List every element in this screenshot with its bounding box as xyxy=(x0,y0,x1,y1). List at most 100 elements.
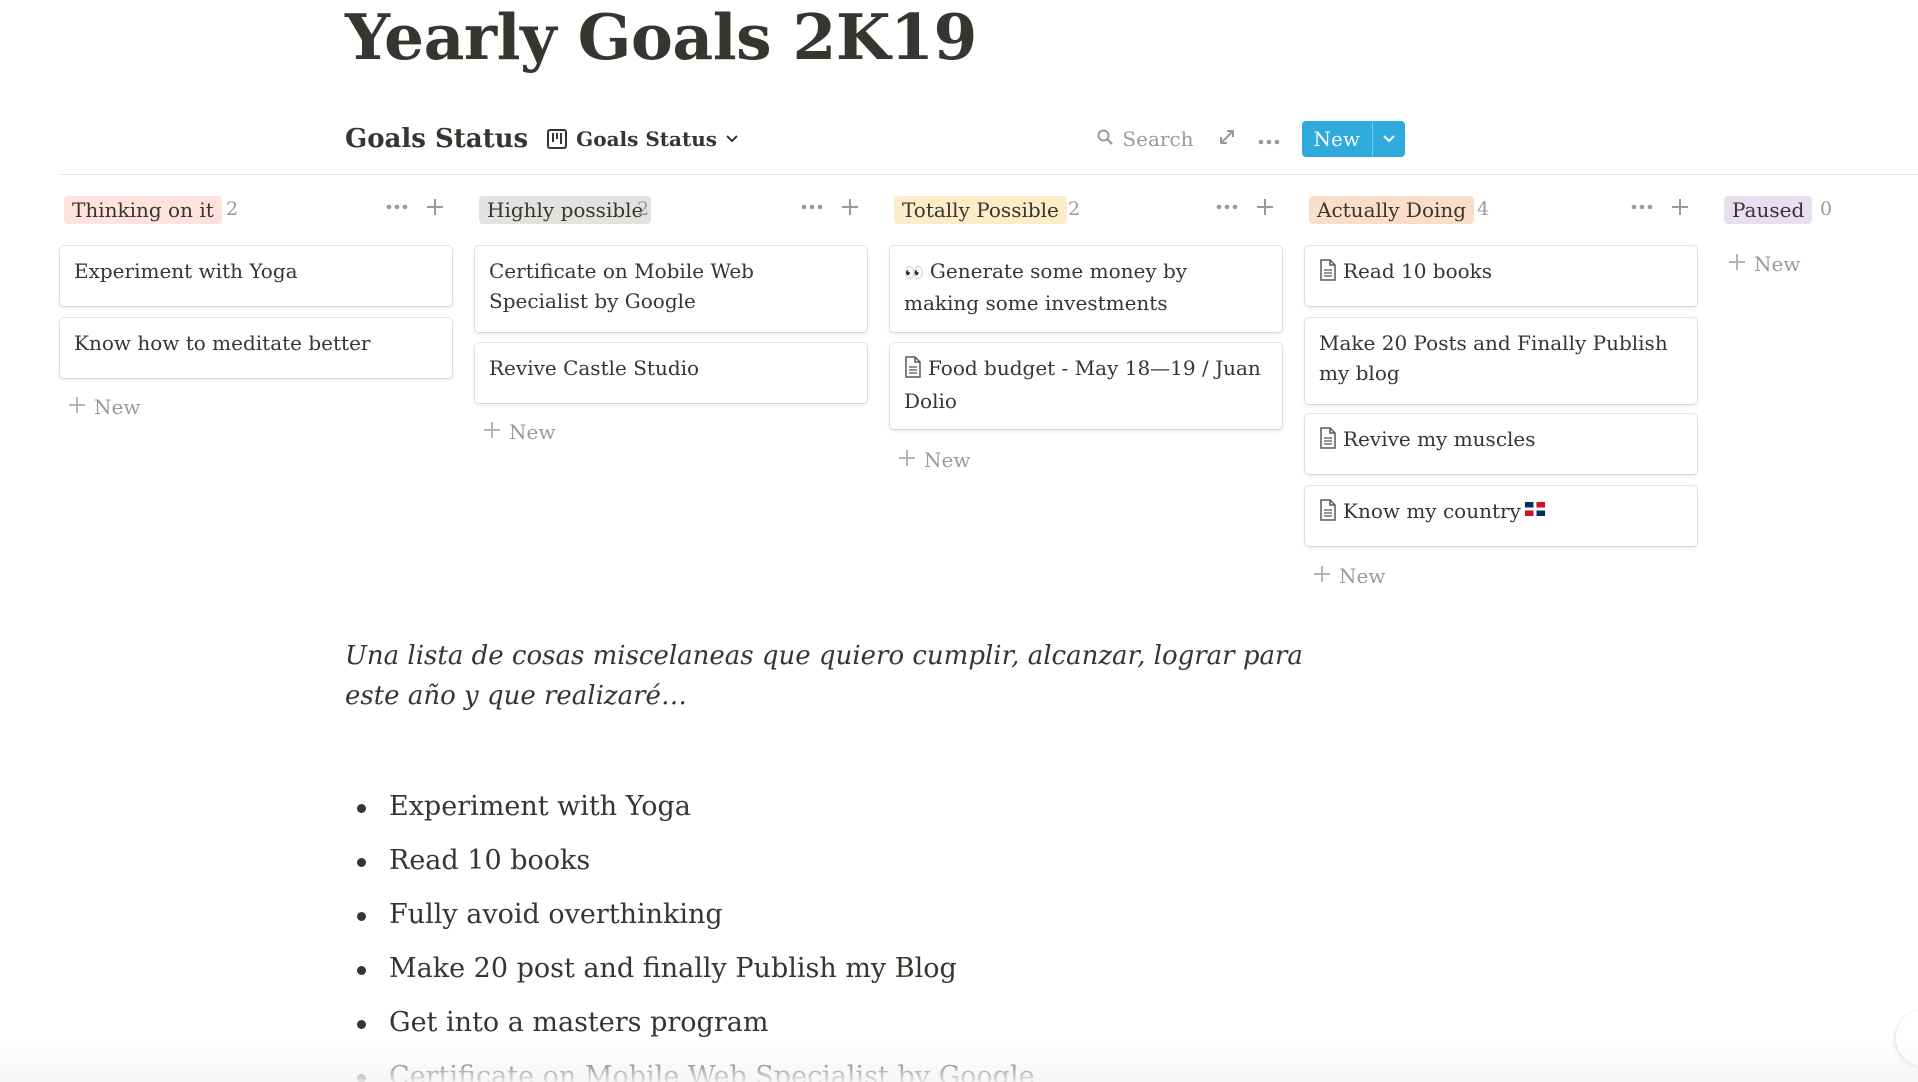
card-title: Read 10 books xyxy=(1343,259,1493,283)
column-status-tag[interactable]: Highly possible xyxy=(479,196,652,224)
column-count: 2 xyxy=(637,198,650,220)
add-new-card-button[interactable]: New xyxy=(1313,564,1385,588)
bullet-icon xyxy=(357,1020,366,1029)
new-button-label[interactable]: New xyxy=(1302,121,1372,157)
card-title: Generate some money by making some inves… xyxy=(904,259,1188,315)
board-card[interactable]: Read 10 books xyxy=(1305,246,1697,306)
search-label: Search xyxy=(1122,127,1194,151)
board-icon xyxy=(546,128,568,150)
card-title: Know my country xyxy=(1343,499,1521,523)
column-count: 2 xyxy=(1068,198,1081,220)
board-column: Highly possible 2 Certificate on Mobile We… xyxy=(475,190,867,610)
database-title[interactable]: Goals Status xyxy=(345,124,528,154)
column-status-tag[interactable]: Actually Doing xyxy=(1309,196,1475,224)
board-card[interactable]: Experiment with Yoga xyxy=(60,246,452,306)
header-divider xyxy=(60,174,1918,175)
column-add-icon[interactable] xyxy=(1256,198,1274,216)
list-item-text: Make 20 post and finally Publish my Blog xyxy=(389,953,957,984)
card-title: Know how to meditate better xyxy=(74,331,371,355)
plus-icon xyxy=(1728,252,1746,276)
column-actions xyxy=(1216,198,1274,216)
board-column: Paused 0 New xyxy=(1720,190,1918,610)
card-title: Certificate on Mobile Web Specialist by … xyxy=(489,259,754,313)
column-more-icon[interactable] xyxy=(386,204,408,210)
column-more-icon[interactable] xyxy=(801,204,823,210)
board-card[interactable]: Make 20 Posts and Finally Publish my blo… xyxy=(1305,318,1697,404)
view-switcher-label: Goals Status xyxy=(576,127,718,151)
add-new-card-button[interactable]: New xyxy=(898,448,970,472)
add-new-label: New xyxy=(924,448,971,472)
card-title: Make 20 Posts and Finally Publish my blo… xyxy=(1319,331,1668,385)
column-status-tag[interactable]: Totally Possible xyxy=(894,196,1067,224)
column-header: Actually Doing 4 xyxy=(1305,190,1697,230)
add-new-label: New xyxy=(509,420,556,444)
kanban-board: Thinking on it 2 Experiment with Yoga Know … xyxy=(0,190,1918,610)
page-icon xyxy=(904,356,922,386)
column-status-tag[interactable]: Paused xyxy=(1724,196,1813,224)
bullet-icon xyxy=(357,858,366,867)
board-card[interactable]: Certificate on Mobile Web Specialist by … xyxy=(475,246,867,332)
add-new-card-button[interactable]: New xyxy=(483,420,555,444)
column-count: 0 xyxy=(1820,198,1833,220)
page-icon xyxy=(1319,427,1337,457)
board-card[interactable]: Know how to meditate better xyxy=(60,318,452,378)
add-new-label: New xyxy=(1339,564,1386,588)
column-actions xyxy=(801,198,859,216)
column-actions xyxy=(1631,198,1689,216)
column-header: Totally Possible 2 xyxy=(890,190,1282,230)
board-column: Actually Doing 4 Read 10 books Make 20 Post… xyxy=(1305,190,1697,610)
help-button[interactable] xyxy=(1896,1010,1918,1066)
column-header: Paused 0 xyxy=(1720,190,1918,230)
plus-icon xyxy=(1313,564,1331,588)
view-switcher[interactable]: Goals Status xyxy=(546,127,739,151)
list-item: Experiment with Yoga xyxy=(345,780,1445,834)
board-column: Totally Possible 2 👀 Generate some money by… xyxy=(890,190,1282,610)
plus-icon xyxy=(68,395,86,419)
add-new-label: New xyxy=(1754,252,1801,276)
notion-page: Yearly Goals 2K19 Goals Status Goals Sta… xyxy=(0,0,1918,1082)
column-status-tag[interactable]: Thinking on it xyxy=(64,196,222,224)
new-button-dropdown[interactable] xyxy=(1372,121,1405,157)
board-card[interactable]: Know my country xyxy=(1305,486,1697,546)
board-card[interactable]: Revive my muscles xyxy=(1305,414,1697,474)
list-item-text: Read 10 books xyxy=(389,845,591,876)
list-item: Fully avoid overthinking xyxy=(345,888,1445,942)
goals-bulleted-list: Experiment with Yoga Read 10 books Fully a… xyxy=(345,780,1445,1082)
search-icon xyxy=(1096,127,1114,151)
column-more-icon[interactable] xyxy=(1216,204,1238,210)
column-add-icon[interactable] xyxy=(841,198,859,216)
plus-icon xyxy=(898,448,916,472)
database-toolbar: Search New xyxy=(1096,118,1405,160)
board-card[interactable]: Food budget - May 18—19 / Juan Dolio xyxy=(890,343,1282,429)
list-item-text: Get into a masters program xyxy=(389,1007,769,1038)
list-item: Get into a masters program xyxy=(345,996,1445,1050)
page-description: Una lista de cosas miscelaneas que quier… xyxy=(345,641,1303,711)
card-title: Food budget - May 18—19 / Juan Dolio xyxy=(904,356,1261,413)
search-button[interactable]: Search xyxy=(1096,127,1194,151)
page-icon xyxy=(1319,499,1337,529)
chevron-down-icon xyxy=(1383,135,1395,143)
list-item-text: Fully avoid overthinking xyxy=(389,899,723,930)
more-icon xyxy=(1258,130,1280,149)
list-item: Certificate on Mobile Web Specialist by … xyxy=(345,1050,1445,1082)
card-title: Revive Castle Studio xyxy=(489,356,700,380)
open-full-page-button[interactable] xyxy=(1218,128,1236,150)
add-new-card-button[interactable]: New xyxy=(68,395,140,419)
column-add-icon[interactable] xyxy=(426,198,444,216)
new-button[interactable]: New xyxy=(1301,121,1405,157)
add-new-label: New xyxy=(94,395,141,419)
more-options-button[interactable] xyxy=(1258,130,1280,149)
board-column: Thinking on it 2 Experiment with Yoga Know … xyxy=(60,190,452,610)
list-item: Read 10 books xyxy=(345,834,1445,888)
list-item-text: Experiment with Yoga xyxy=(389,791,691,822)
page-title: Yearly Goals 2K19 xyxy=(345,0,977,74)
list-item: Make 20 post and finally Publish my Blog xyxy=(345,942,1445,996)
board-card[interactable]: Revive Castle Studio xyxy=(475,343,867,403)
bullet-icon xyxy=(357,1074,366,1082)
add-new-card-button[interactable]: New xyxy=(1728,252,1800,276)
board-card[interactable]: 👀 Generate some money by making some inve… xyxy=(890,246,1282,332)
column-header: Thinking on it 2 xyxy=(60,190,452,230)
database-header: Goals Status Goals Status Search New xyxy=(345,118,1405,160)
column-add-icon[interactable] xyxy=(1671,198,1689,216)
column-more-icon[interactable] xyxy=(1631,204,1653,210)
